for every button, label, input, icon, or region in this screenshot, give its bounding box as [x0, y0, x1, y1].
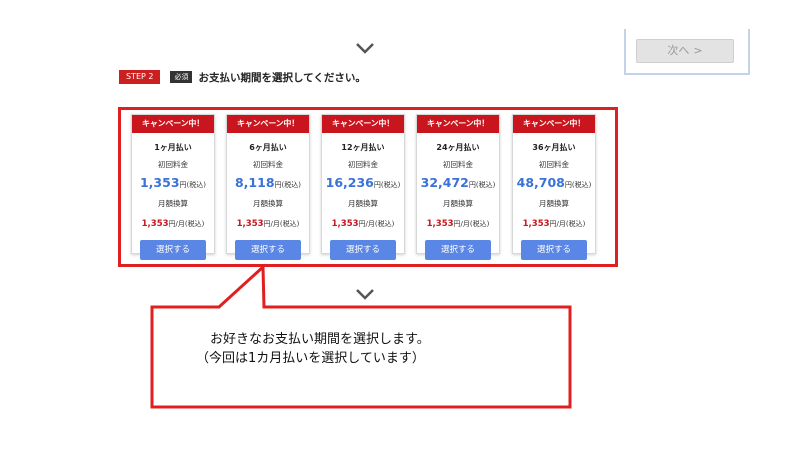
callout-line-2: （今回は1カ月払いを選択しています）: [196, 351, 425, 366]
callout-line-1: お好きなお支払い期間を選択します。: [210, 332, 430, 347]
callout-bubble: [150, 263, 572, 409]
callout-text: お好きなお支払い期間を選択します。 （今回は1カ月払いを選択しています）: [152, 330, 568, 368]
